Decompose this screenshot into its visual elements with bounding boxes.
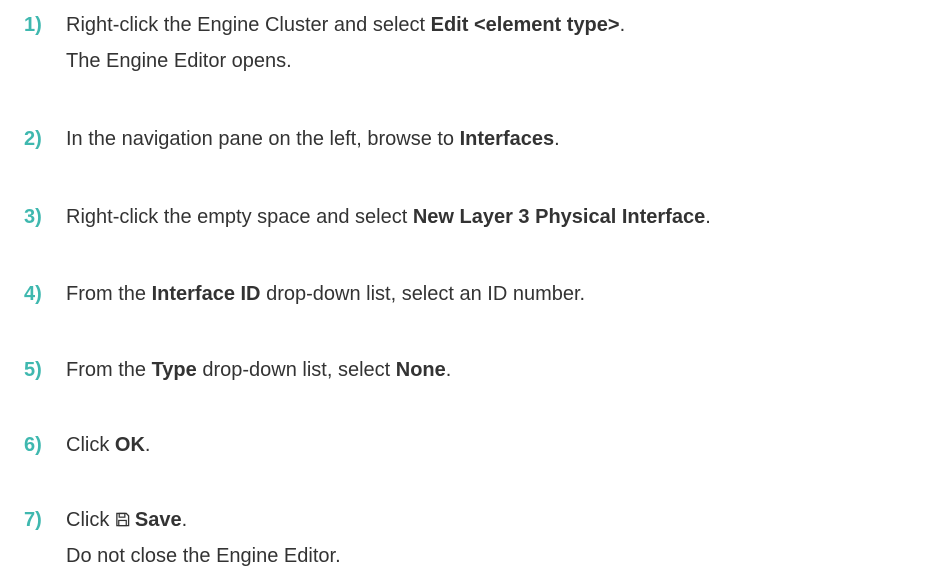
step-instruction: Right-click the empty space and select	[66, 206, 413, 228]
ui-term: Interfaces	[459, 128, 555, 150]
step-text: Right-click the empty space and select N…	[66, 206, 711, 228]
step-instruction: Right-click the Engine Cluster and selec…	[66, 14, 431, 36]
step-instruction: From the	[66, 283, 152, 305]
ui-term: OK	[114, 434, 145, 456]
step-instruction: Click	[66, 509, 115, 531]
step-instruction: Click	[66, 434, 115, 456]
step-result: Do not close the Engine Editor.	[66, 545, 341, 567]
step-result: The Engine Editor opens.	[66, 50, 292, 72]
step-text: From the Type drop-down list, select Non…	[66, 359, 452, 381]
step-text: From the Interface ID drop-down list, se…	[66, 283, 586, 305]
step-text: In the navigation pane on the left, brow…	[66, 128, 560, 150]
save-icon	[116, 512, 130, 527]
ui-term: Save	[134, 509, 182, 531]
ui-term: None	[395, 359, 446, 381]
step-number: 5)	[24, 359, 42, 381]
step-number: 7)	[24, 509, 42, 531]
step-text: Click Save. Do not close the Engine Edit…	[66, 505, 341, 571]
ui-term: Edit <element type>	[430, 14, 620, 36]
ui-term: Interface ID	[151, 283, 261, 305]
step-number: 3)	[24, 206, 42, 228]
step-text: Click OK.	[66, 434, 151, 456]
step-number: 2)	[24, 128, 42, 150]
ui-term: Type	[151, 359, 197, 381]
step-number: 4)	[24, 283, 42, 305]
step-instruction: In the navigation pane on the left, brow…	[66, 128, 460, 150]
ui-term: New Layer 3 Physical Interface	[412, 206, 706, 228]
procedure-steps: 1) Right-click the Engine Cluster and se…	[0, 0, 926, 569]
step-number: 6)	[24, 434, 42, 456]
step-number: 1)	[24, 14, 42, 36]
step-text: Right-click the Engine Cluster and selec…	[66, 10, 625, 76]
step-instruction: From the	[66, 359, 152, 381]
